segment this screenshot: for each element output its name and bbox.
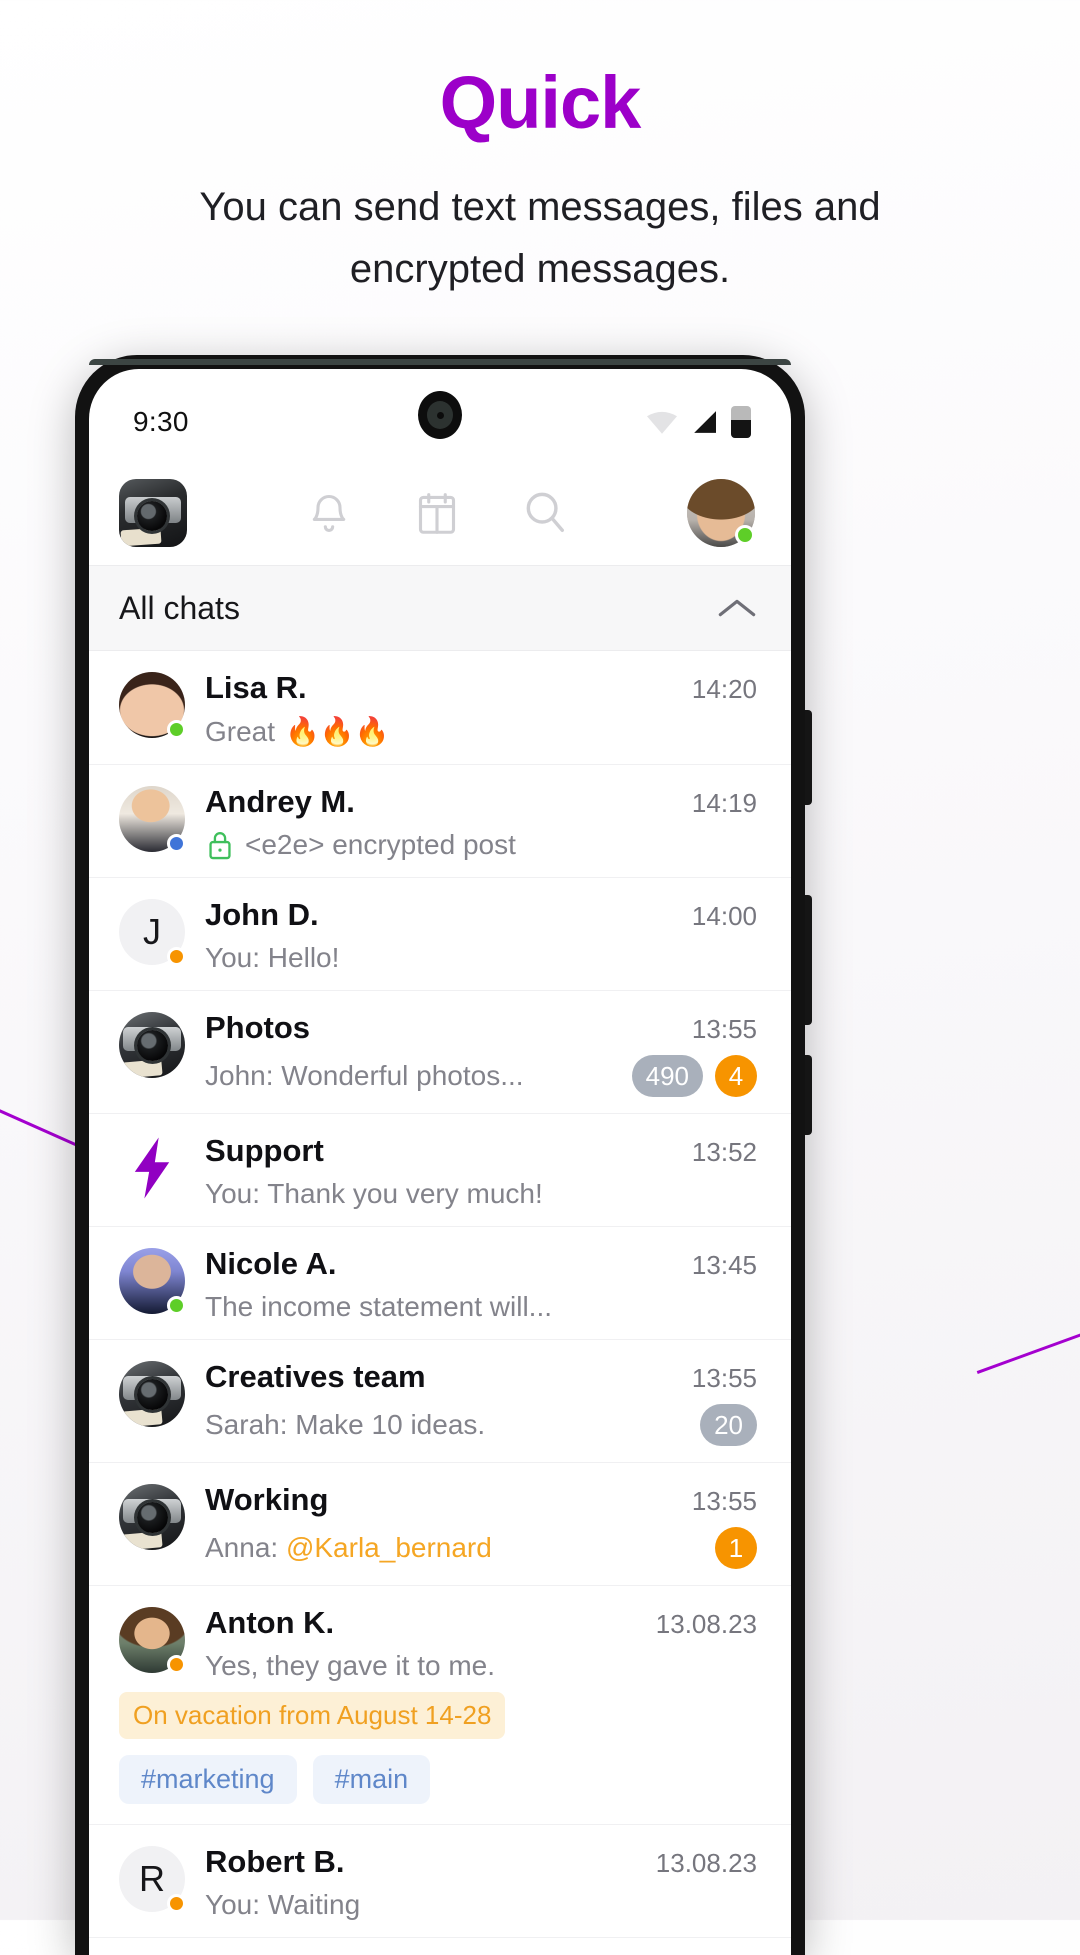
section-header-all-chats[interactable]: All chats: [89, 565, 791, 651]
camera-app-logo-icon[interactable]: [119, 479, 187, 547]
chat-preview: <e2e> encrypted post: [245, 829, 516, 860]
chat-time: 13:45: [691, 1250, 757, 1280]
chat-preview: Yes, they gave it to me.: [205, 1650, 496, 1681]
avatar: [119, 1248, 186, 1315]
avatar: [119, 1012, 185, 1078]
chat-name: Nicole A.: [205, 1246, 337, 1281]
chat-preview: Sarah: Make 10 ideas.: [205, 1409, 486, 1440]
chat-name: Photos: [205, 1010, 311, 1045]
front-camera-punchhole: [418, 391, 462, 439]
chat-list-item-support[interactable]: Support 13:52 You: Thank you very much!: [89, 1114, 791, 1227]
chat-time: 13.08.23: [655, 1609, 757, 1639]
lock-icon: [209, 832, 231, 860]
chat-time: 13:55: [691, 1363, 757, 1393]
online-status-dot: [735, 525, 755, 545]
app-toolbar: [89, 461, 791, 565]
phone-button-volume-up[interactable]: [805, 710, 812, 805]
lightning-bolt-icon: [134, 1137, 170, 1199]
avatar: [119, 1607, 186, 1674]
chat-list-item-working[interactable]: Working 13:55 Anna: @Karla_bernard 1: [89, 1463, 791, 1586]
chat-preview: You: Waiting: [205, 1889, 361, 1920]
chat-preview: You: Thank you very much!: [205, 1178, 543, 1209]
chat-time: 14:20: [691, 674, 757, 704]
unread-count-badge: 4: [715, 1055, 757, 1097]
chat-time: 13.08.23: [655, 1848, 757, 1878]
hero-section: Quick You can send text messages, files …: [0, 0, 1080, 300]
chat-preview-prefix: Anna:: [205, 1532, 286, 1563]
avatar[interactable]: [687, 479, 755, 547]
chat-list-item-robert[interactable]: R Robert B. 13.08.23 You: Waiting: [89, 1825, 791, 1938]
chat-name: Anton K.: [205, 1605, 335, 1640]
chat-list: Lisa R. 14:20 Great 🔥🔥🔥 Andrey M. 14:19 …: [89, 651, 791, 1938]
tag-marketing[interactable]: #marketing: [119, 1755, 297, 1804]
chat-list-item-lisa[interactable]: Lisa R. 14:20 Great 🔥🔥🔥: [89, 651, 791, 765]
wifi-icon: [647, 411, 677, 434]
status-bar: 9:30: [89, 369, 791, 461]
avatar: J: [119, 899, 186, 966]
chat-list-item-creatives-team[interactable]: Creatives team 13:55 Sarah: Make 10 idea…: [89, 1340, 791, 1463]
chat-list-item-anton[interactable]: Anton K. 13.08.23 Yes, they gave it to m…: [89, 1586, 791, 1688]
chat-time: 14:00: [691, 901, 757, 931]
status-icons: [647, 406, 751, 438]
avatar: [119, 1135, 185, 1201]
message-count-badge: 490: [631, 1055, 703, 1097]
battery-icon: [731, 406, 751, 438]
chat-name: Working: [205, 1482, 329, 1517]
chat-time: 13:52: [691, 1137, 757, 1167]
chat-name: Robert B.: [205, 1844, 345, 1879]
calendar-icon[interactable]: [409, 485, 465, 541]
avatar: [119, 672, 186, 739]
chat-list-item-andrey[interactable]: Andrey M. 14:19 <e2e> encrypted post: [89, 765, 791, 878]
decor-line-right: [976, 1330, 1080, 1374]
chat-preview: Great: [205, 715, 276, 747]
vacation-banner-wrap: On vacation from August 14-28: [89, 1688, 791, 1739]
chat-time: 13:55: [691, 1486, 757, 1516]
chat-preview: Anna: @Karla_bernard: [205, 1532, 492, 1564]
chat-name: Andrey M.: [205, 784, 355, 819]
avatar: [119, 786, 186, 853]
search-icon[interactable]: [517, 485, 573, 541]
chat-list-item-photos[interactable]: Photos 13:55 John: Wonderful photos... 4…: [89, 991, 791, 1114]
away-status-dot: [167, 834, 186, 853]
phone-screen: 9:30 All chats Lisa R. 14:20 Great 🔥🔥🔥 A…: [89, 369, 791, 1955]
signal-icon: [694, 411, 716, 433]
chat-name: John D.: [205, 897, 319, 932]
chevron-up-icon[interactable]: [717, 596, 757, 620]
page-subtitle: You can send text messages, files and en…: [199, 184, 881, 291]
message-count-badge: 20: [700, 1404, 757, 1446]
status-clock: 9:30: [133, 406, 189, 437]
online-status-dot: [167, 1296, 186, 1315]
status-badge-vacation: On vacation from August 14-28: [119, 1692, 506, 1739]
tag-list: #marketing #main: [89, 1739, 791, 1825]
unread-count-badge: 1: [715, 1527, 757, 1569]
chat-list-item-john[interactable]: J John D. 14:00 You: Hello!: [89, 878, 791, 991]
avatar: R: [119, 1846, 186, 1913]
chat-preview: The income statement will...: [205, 1291, 553, 1322]
tag-main[interactable]: #main: [312, 1755, 431, 1804]
busy-status-dot: [167, 1655, 186, 1674]
chat-name: Lisa R.: [205, 670, 307, 705]
busy-status-dot: [167, 1894, 186, 1913]
bell-icon[interactable]: [301, 485, 357, 541]
chat-list-item-nicole[interactable]: Nicole A. 13:45 The income statement wil…: [89, 1227, 791, 1340]
section-title: All chats: [119, 589, 240, 626]
chat-name: Creatives team: [205, 1359, 426, 1394]
chat-time: 14:19: [691, 788, 757, 818]
chat-preview: John: Wonderful photos...: [205, 1060, 524, 1091]
phone-button-volume-down[interactable]: [805, 895, 812, 1025]
avatar: [119, 1484, 185, 1550]
mention-link[interactable]: @Karla_bernard: [286, 1532, 492, 1563]
fire-emoji: 🔥🔥🔥: [285, 716, 390, 747]
busy-status-dot: [167, 947, 186, 966]
chat-name: Support: [205, 1133, 324, 1168]
phone-button-power[interactable]: [805, 1055, 812, 1135]
online-status-dot: [167, 720, 186, 739]
page-title: Quick: [439, 61, 642, 144]
avatar: [119, 1361, 185, 1427]
phone-mockup: 9:30 All chats Lisa R. 14:20 Great 🔥🔥🔥 A…: [75, 355, 812, 1955]
chat-time: 13:55: [691, 1014, 757, 1044]
chat-preview: You: Hello!: [205, 942, 340, 973]
